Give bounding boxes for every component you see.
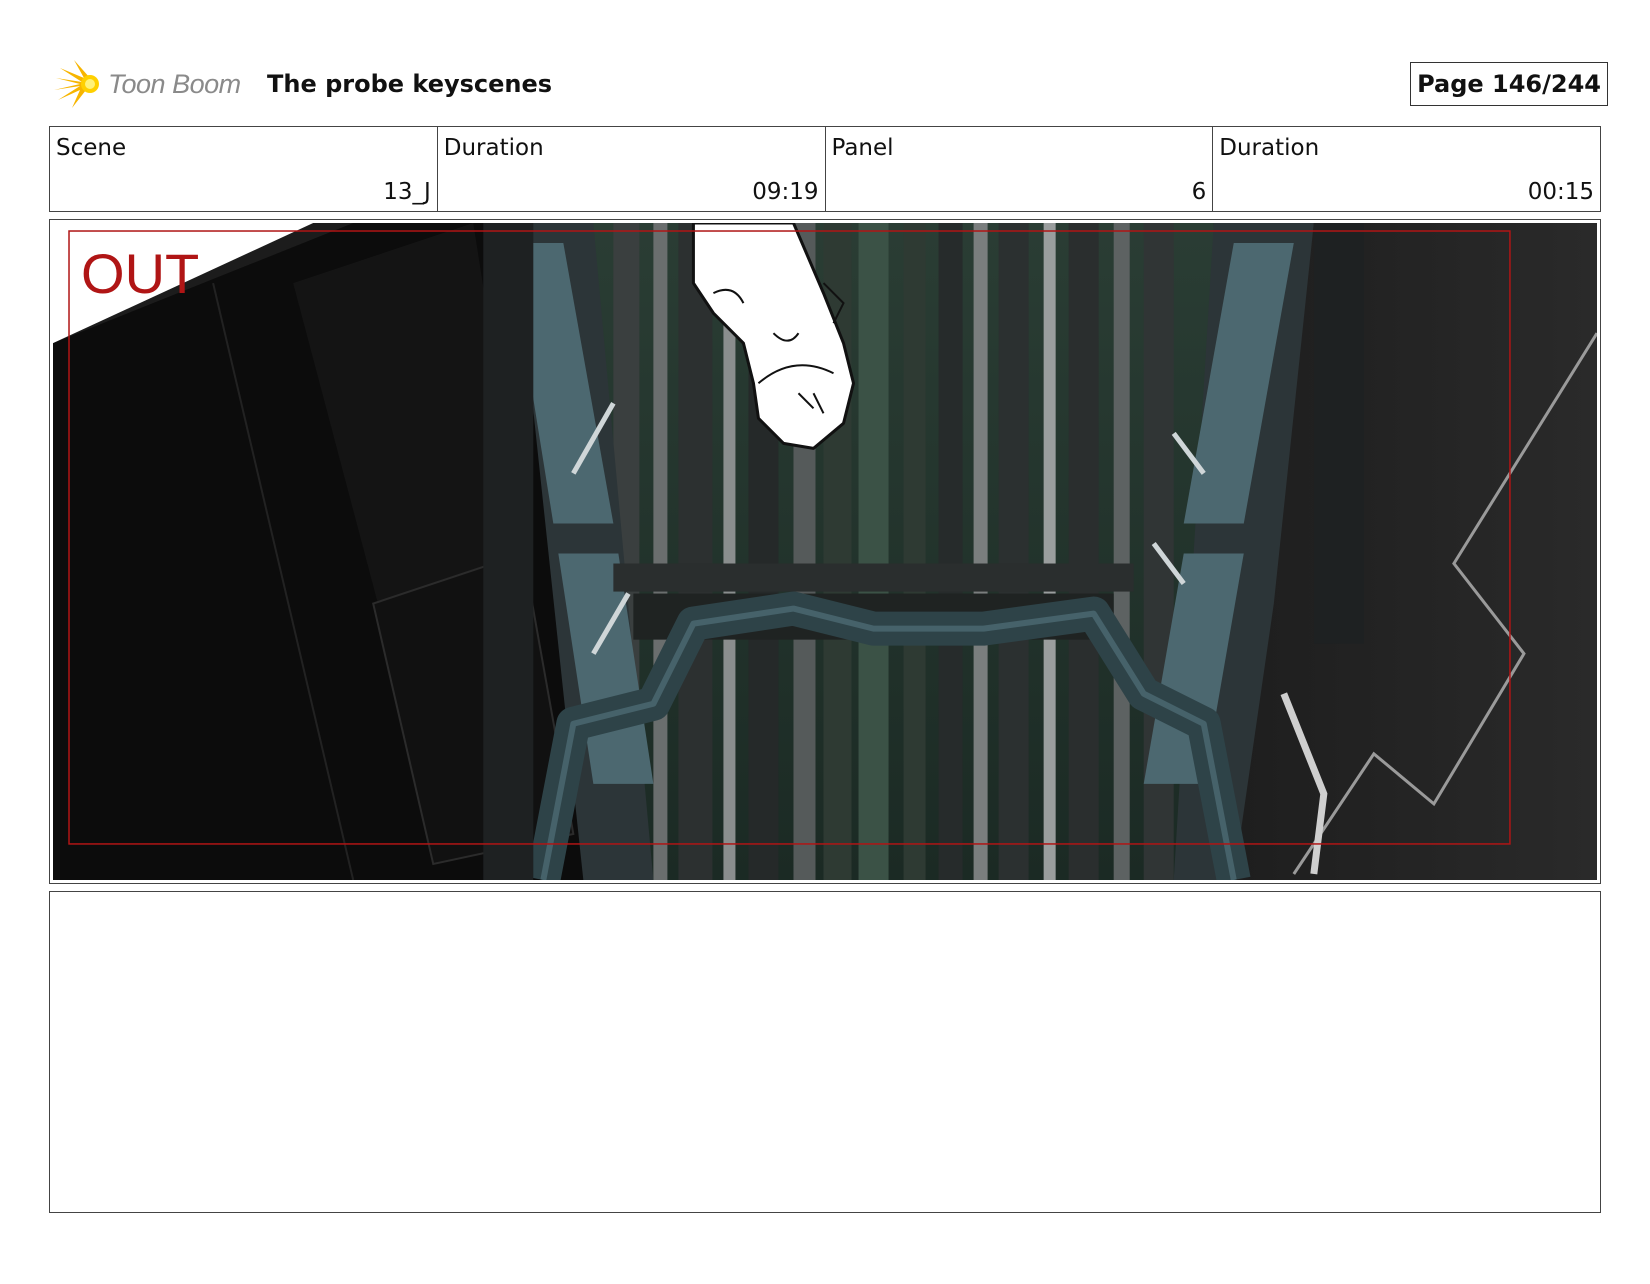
page-indicator: Page 146/244 (1410, 62, 1608, 106)
out-label: OUT (81, 242, 199, 305)
scene-duration-label: Duration (443, 135, 544, 161)
panel-duration-label: Duration (1219, 135, 1320, 161)
panel-label: Panel (831, 135, 894, 161)
scene-cell: Scene 13_J (50, 127, 438, 211)
panel-duration-cell: Duration 00:15 (1213, 127, 1600, 211)
document-title: The probe keyscenes (267, 70, 553, 98)
panel-duration-value: 00:15 (1527, 179, 1594, 205)
storyboard-panel: OUT (49, 219, 1601, 884)
panel-artwork: OUT (53, 223, 1597, 880)
storyboard-header: Toon Boom The probe keyscenes Page 146/2… (52, 56, 1608, 112)
scene-label: Scene (56, 135, 127, 161)
scene-duration-value: 09:19 (752, 179, 819, 205)
toon-boom-logo: Toon Boom (52, 56, 252, 112)
starburst-icon (54, 60, 99, 108)
scene-duration-cell: Duration 09:19 (438, 127, 826, 211)
panel-cell: Panel 6 (826, 127, 1214, 211)
scene-info-row: Scene 13_J Duration 09:19 Panel 6 Durati… (49, 126, 1601, 212)
scene-value: 13_J (383, 179, 431, 205)
panel-notes-box (49, 891, 1601, 1213)
brand-name: Toon Boom (108, 69, 241, 99)
panel-value: 6 (1191, 179, 1207, 205)
